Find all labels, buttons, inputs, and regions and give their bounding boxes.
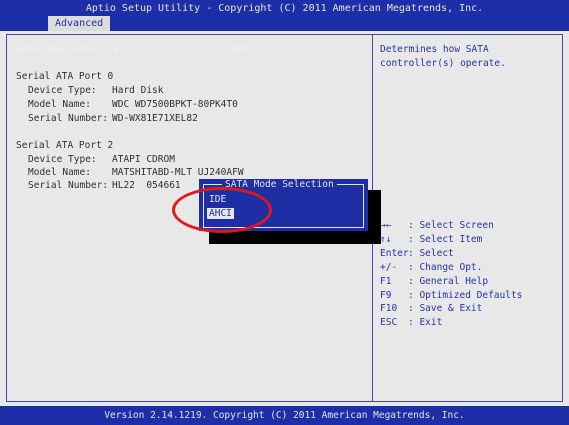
port2-model-value: MATSHITABD-MLT UJ240AFW bbox=[112, 167, 244, 178]
key-f10-action: : Save & Exit bbox=[408, 303, 483, 314]
key-f1: F1 bbox=[380, 276, 392, 287]
help-description-line-1: Determines how SATA bbox=[380, 44, 489, 55]
version-text: Version 2.14.1219. Copyright (C) 2011 Am… bbox=[104, 410, 465, 421]
sata-mode-value[interactable]: [AHCI] bbox=[227, 44, 261, 56]
app-title: Aptio Setup Utility - Copyright (C) 2011… bbox=[85, 3, 484, 14]
key-f9-action: : Optimized Defaults bbox=[408, 290, 523, 301]
sata-mode-label[interactable]: SATA Mode Selection bbox=[16, 44, 125, 56]
key-select-screen-action: : Select Screen bbox=[408, 220, 494, 231]
tab-advanced[interactable]: Advanced bbox=[48, 16, 111, 31]
key-esc: ESC bbox=[380, 317, 398, 328]
port0-serial-label: Serial Number: bbox=[28, 113, 109, 124]
port0-model-label: Model Name: bbox=[28, 99, 91, 110]
port0-device-type-value: Hard Disk bbox=[112, 85, 164, 96]
key-select-screen: →← bbox=[380, 220, 392, 231]
key-enter: Enter bbox=[380, 248, 409, 259]
key-change-opt: +/- bbox=[380, 262, 398, 273]
key-f9: F9 bbox=[380, 290, 392, 301]
key-esc-action: : Exit bbox=[408, 317, 443, 328]
key-select-item-action: : Select Item bbox=[408, 234, 483, 245]
port2-heading: Serial ATA Port 2 bbox=[16, 140, 114, 151]
key-select-item: ↑↓ bbox=[380, 234, 392, 245]
annotation-circle bbox=[172, 187, 272, 233]
port2-device-type-label: Device Type: bbox=[28, 154, 97, 165]
port0-serial-value: WD-WX81E71XEL82 bbox=[112, 113, 198, 124]
port0-heading: Serial ATA Port 0 bbox=[16, 71, 114, 82]
key-f10: F10 bbox=[380, 303, 398, 314]
port2-serial-label: Serial Number: bbox=[28, 180, 109, 191]
key-enter-action: : Select bbox=[408, 248, 454, 259]
port0-model-value: WDC WD7500BPKT-80PK4T0 bbox=[112, 99, 238, 110]
port2-model-label: Model Name: bbox=[28, 167, 91, 178]
key-f1-action: : General Help bbox=[408, 276, 489, 287]
help-description-line-2: controller(s) operate. bbox=[380, 58, 506, 69]
port0-device-type-label: Device Type: bbox=[28, 85, 97, 96]
key-change-opt-action: : Change Opt. bbox=[408, 262, 483, 273]
port2-serial-value: HL22 054661 bbox=[112, 180, 181, 191]
port2-device-type-value: ATAPI CDROM bbox=[112, 154, 175, 165]
